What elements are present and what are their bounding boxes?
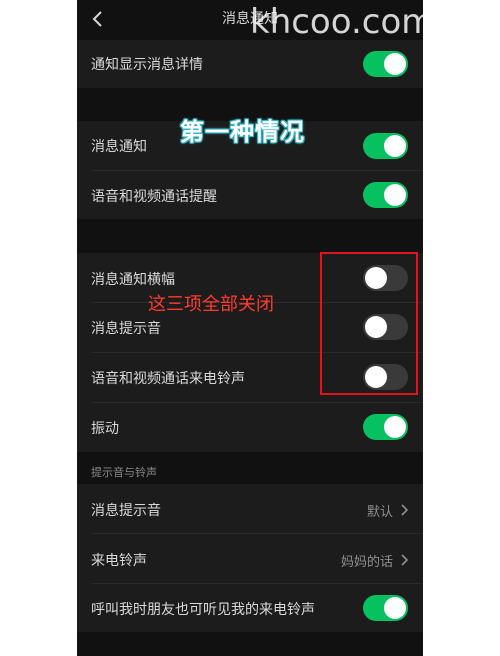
- highlight-box: [320, 252, 418, 395]
- divider: [91, 402, 423, 403]
- toggle-show-details[interactable]: [363, 51, 408, 77]
- row-label-msg-notify: 消息通知: [91, 139, 147, 155]
- row-label-show-details: 通知显示消息详情: [91, 57, 203, 73]
- row-label-ringtone: 语音和视频通话来电铃声: [91, 371, 245, 387]
- divider: [91, 533, 423, 534]
- chevron-right-icon: [401, 504, 409, 516]
- chevron-right-icon: [401, 554, 409, 566]
- sound-setting-value: 默认: [366, 505, 393, 520]
- toggle-knob: [384, 416, 406, 438]
- row-show-details[interactable]: 通知显示消息详情: [77, 40, 423, 88]
- section-header-sounds: 提示音与铃声: [91, 466, 157, 479]
- row-label-vibrate: 振动: [91, 421, 119, 437]
- toggle-friends-hear[interactable]: [363, 595, 408, 621]
- annotation-note: 这三项全部关闭: [148, 294, 274, 315]
- toggle-vibrate[interactable]: [363, 414, 408, 440]
- toggle-voice-video-reminder[interactable]: [363, 182, 408, 208]
- watermark-text: khcoo.com: [250, 2, 435, 42]
- toggle-knob: [384, 135, 406, 157]
- row-label-banner: 消息通知横幅: [91, 272, 175, 288]
- annotation-title: 第一种情况: [180, 118, 305, 146]
- incoming-ringtone-value: 妈妈的话: [340, 555, 393, 570]
- toggle-knob: [384, 53, 406, 75]
- row-label-incoming-ringtone: 来电铃声: [91, 553, 147, 569]
- divider: [91, 583, 423, 584]
- group-ringtones: 消息提示音 默认 来电铃声 妈妈的话 呼叫我时朋友也可听见我的来电铃声: [77, 484, 423, 632]
- toggle-knob: [384, 597, 406, 619]
- toggle-msg-notify[interactable]: [363, 133, 408, 159]
- row-label-msg-sound: 消息提示音: [91, 321, 161, 337]
- row-label-voice-video-reminder: 语音和视频通话提醒: [91, 189, 217, 205]
- row-label-friends-hear: 呼叫我时朋友也可听见我的来电铃声: [91, 602, 315, 618]
- divider: [91, 170, 423, 171]
- row-label-sound-setting: 消息提示音: [91, 503, 161, 519]
- toggle-knob: [384, 184, 406, 206]
